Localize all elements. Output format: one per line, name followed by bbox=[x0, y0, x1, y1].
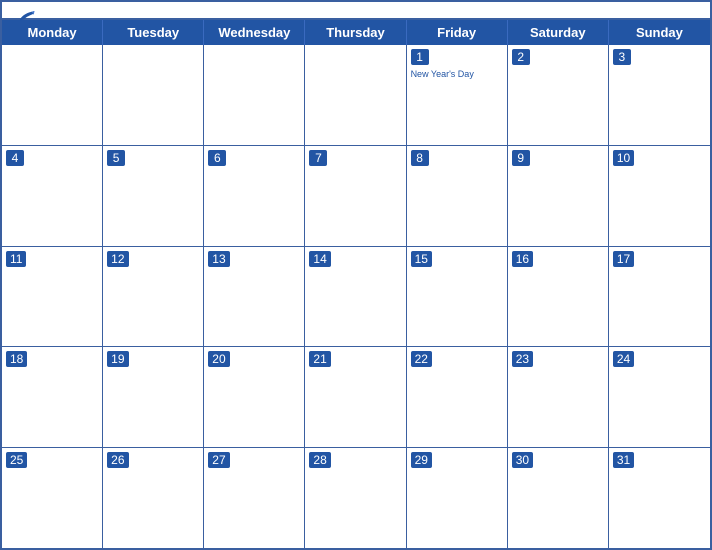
calendar-cell-30: 30 bbox=[508, 448, 609, 548]
calendar-cell-2: 2 bbox=[508, 45, 609, 145]
cell-number: 29 bbox=[411, 452, 432, 468]
cell-number: 23 bbox=[512, 351, 533, 367]
calendar-cell-4: 4 bbox=[2, 146, 103, 246]
calendar-cell-19: 19 bbox=[103, 347, 204, 447]
cell-number: 27 bbox=[208, 452, 229, 468]
cell-number: 21 bbox=[309, 351, 330, 367]
calendar-cell-15: 15 bbox=[407, 247, 508, 347]
calendar-cell-10: 10 bbox=[609, 146, 710, 246]
cell-number: 30 bbox=[512, 452, 533, 468]
calendar-cell-27: 27 bbox=[204, 448, 305, 548]
cell-number: 16 bbox=[512, 251, 533, 267]
cell-number: 14 bbox=[309, 251, 330, 267]
calendar-cell-8: 8 bbox=[407, 146, 508, 246]
calendar-cell-20: 20 bbox=[204, 347, 305, 447]
calendar-cell-11: 11 bbox=[2, 247, 103, 347]
week-row-5: 25 26 27 28 29 30 31 bbox=[2, 448, 710, 548]
day-header-sunday: Sunday bbox=[609, 20, 710, 45]
calendar-cell-empty-0-0 bbox=[2, 45, 103, 145]
calendar-cell-17: 17 bbox=[609, 247, 710, 347]
cell-number: 22 bbox=[411, 351, 432, 367]
calendar-cell-5: 5 bbox=[103, 146, 204, 246]
calendar-cell-22: 22 bbox=[407, 347, 508, 447]
cell-number: 17 bbox=[613, 251, 634, 267]
cell-number: 6 bbox=[208, 150, 226, 166]
day-header-saturday: Saturday bbox=[508, 20, 609, 45]
calendar-cell-28: 28 bbox=[305, 448, 406, 548]
cell-number: 5 bbox=[107, 150, 125, 166]
calendar-cell-18: 18 bbox=[2, 347, 103, 447]
cell-number: 3 bbox=[613, 49, 631, 65]
calendar-cell-1: 1 New Year's Day bbox=[407, 45, 508, 145]
calendar-page: MondayTuesdayWednesdayThursdayFridaySatu… bbox=[0, 0, 712, 550]
calendar-cell-3: 3 bbox=[609, 45, 710, 145]
calendar-cell-25: 25 bbox=[2, 448, 103, 548]
cell-number: 26 bbox=[107, 452, 128, 468]
cell-number: 4 bbox=[6, 150, 24, 166]
logo bbox=[18, 10, 38, 24]
calendar-cell-7: 7 bbox=[305, 146, 406, 246]
weeks-container: 1New Year's Day2345678910111213141516171… bbox=[2, 45, 710, 548]
cell-number: 18 bbox=[6, 351, 27, 367]
calendar-cell-29: 29 bbox=[407, 448, 508, 548]
week-row-3: 11 12 13 14 15 16 17 bbox=[2, 247, 710, 348]
calendar-cell-6: 6 bbox=[204, 146, 305, 246]
calendar-cell-14: 14 bbox=[305, 247, 406, 347]
calendar-cell-24: 24 bbox=[609, 347, 710, 447]
calendar-cell-26: 26 bbox=[103, 448, 204, 548]
cell-number: 25 bbox=[6, 452, 27, 468]
cell-number: 8 bbox=[411, 150, 429, 166]
cell-number: 24 bbox=[613, 351, 634, 367]
cell-number: 13 bbox=[208, 251, 229, 267]
cell-number: 31 bbox=[613, 452, 634, 468]
logo-bird-icon bbox=[18, 10, 36, 24]
week-row-2: 4 5 6 7 8 9 10 bbox=[2, 146, 710, 247]
cell-number: 19 bbox=[107, 351, 128, 367]
holiday-label: New Year's Day bbox=[411, 69, 503, 80]
calendar-cell-21: 21 bbox=[305, 347, 406, 447]
cell-number: 20 bbox=[208, 351, 229, 367]
cell-number: 10 bbox=[613, 150, 634, 166]
calendar-cell-12: 12 bbox=[103, 247, 204, 347]
calendar-cell-9: 9 bbox=[508, 146, 609, 246]
cell-number: 9 bbox=[512, 150, 530, 166]
calendar-cell-empty-0-3 bbox=[305, 45, 406, 145]
cell-number: 12 bbox=[107, 251, 128, 267]
day-header-tuesday: Tuesday bbox=[103, 20, 204, 45]
calendar-header bbox=[2, 2, 710, 18]
day-header-thursday: Thursday bbox=[305, 20, 406, 45]
logo-blue-text bbox=[18, 10, 38, 24]
day-headers-row: MondayTuesdayWednesdayThursdayFridaySatu… bbox=[2, 20, 710, 45]
cell-number: 15 bbox=[411, 251, 432, 267]
cell-number: 1 bbox=[411, 49, 429, 65]
cell-number: 28 bbox=[309, 452, 330, 468]
week-row-4: 18 19 20 21 22 23 24 bbox=[2, 347, 710, 448]
calendar-grid: MondayTuesdayWednesdayThursdayFridaySatu… bbox=[2, 18, 710, 548]
calendar-cell-empty-0-2 bbox=[204, 45, 305, 145]
day-header-wednesday: Wednesday bbox=[204, 20, 305, 45]
calendar-cell-13: 13 bbox=[204, 247, 305, 347]
cell-number: 7 bbox=[309, 150, 327, 166]
week-row-1: 1 New Year's Day 2 3 bbox=[2, 45, 710, 146]
calendar-cell-empty-0-1 bbox=[103, 45, 204, 145]
calendar-cell-23: 23 bbox=[508, 347, 609, 447]
calendar-cell-31: 31 bbox=[609, 448, 710, 548]
cell-number: 11 bbox=[6, 251, 26, 267]
day-header-friday: Friday bbox=[407, 20, 508, 45]
calendar-cell-16: 16 bbox=[508, 247, 609, 347]
cell-number: 2 bbox=[512, 49, 530, 65]
